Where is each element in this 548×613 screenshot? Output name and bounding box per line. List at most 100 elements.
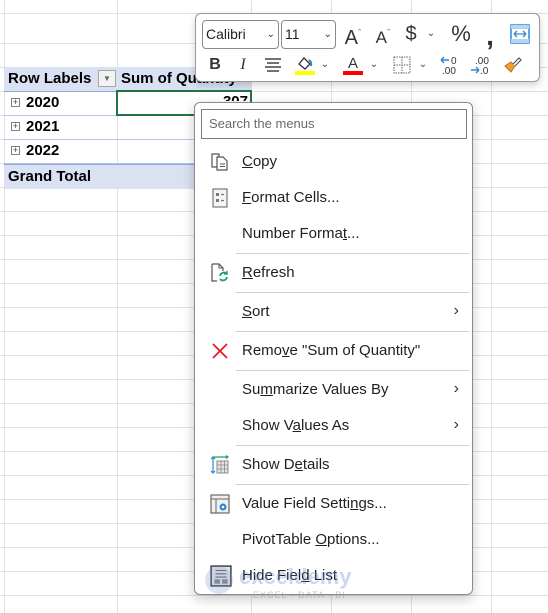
menu-item-label: Value Field Settings... xyxy=(242,495,387,512)
font-color-dropdown[interactable]: ⌄ xyxy=(368,52,380,78)
chevron-right-icon: › xyxy=(453,302,459,319)
search-menus-input[interactable]: Search the menus xyxy=(201,109,467,139)
row-label: 2022 xyxy=(26,142,60,159)
expand-plus-icon[interactable]: + xyxy=(11,122,20,131)
chevron-right-icon: › xyxy=(453,380,459,397)
accounting-format-dropdown[interactable]: ⌄ xyxy=(425,21,437,47)
menu-item-hide-field-list[interactable]: Hide Field List xyxy=(196,558,471,594)
comma-style-button[interactable]: , xyxy=(481,21,499,51)
font-color-icon: A xyxy=(343,55,363,75)
decrease-font-size-button[interactable]: Aˇ xyxy=(371,21,395,47)
increase-font-size-button[interactable]: Aˆ xyxy=(341,21,365,49)
format-cells-icon xyxy=(212,188,228,208)
copy-icon xyxy=(211,153,228,171)
decrease-font-size-icon: Aˇ xyxy=(375,27,391,47)
format-painter-icon xyxy=(504,57,522,73)
format-painter-button[interactable] xyxy=(501,52,525,78)
value-field-settings-icon xyxy=(210,494,230,514)
menu-item-label: Summarize Values By xyxy=(242,381,389,398)
menu-item-refresh[interactable]: Refresh xyxy=(196,255,471,291)
menu-item-label: Show Details xyxy=(242,456,330,473)
menu-separator xyxy=(236,445,469,446)
menu-item-label: Remove "Sum of Quantity" xyxy=(242,342,421,359)
menu-item-label: Show Values As xyxy=(242,417,350,434)
fill-color-icon xyxy=(295,57,315,75)
menu-item-label: PivotTable Options... xyxy=(242,531,380,548)
mini-toolbar: Calibri ⌄ 11 ⌄ Aˆ Aˇ $ ⌄ % , B I ⌄ A ⌄ ⌄… xyxy=(195,13,540,82)
svg-text:.00: .00 xyxy=(442,66,456,76)
expand-plus-icon[interactable]: + xyxy=(11,98,20,107)
increase-decimal-icon: 0 .00 xyxy=(440,56,457,77)
fill-color-dropdown[interactable]: ⌄ xyxy=(319,52,331,78)
bold-icon: B xyxy=(209,56,221,73)
borders-dropdown[interactable]: ⌄ xyxy=(417,52,429,78)
font-color-button[interactable]: A xyxy=(341,52,365,78)
context-menu: Search the menus Copy Format Cells... Nu… xyxy=(194,102,473,595)
selected-cell-value: 307 xyxy=(200,91,248,101)
chevron-down-icon: ⌄ xyxy=(418,59,428,70)
menu-item-copy[interactable]: Copy xyxy=(196,144,471,180)
menu-item-sort[interactable]: Sort › xyxy=(196,294,471,330)
font-name-value: Calibri xyxy=(206,26,246,42)
font-size-value: 11 xyxy=(285,26,300,42)
menu-separator xyxy=(236,292,469,293)
decrease-decimal-icon: .00 .0 xyxy=(471,56,489,77)
gridline xyxy=(0,595,548,596)
menu-item-remove-field[interactable]: Remove "Sum of Quantity" xyxy=(196,333,471,369)
chevron-down-icon: ⌄ xyxy=(266,29,275,40)
borders-button[interactable] xyxy=(391,52,413,78)
chevron-down-icon: ⌄ xyxy=(369,59,379,70)
accounting-format-button[interactable]: $ xyxy=(401,21,421,47)
menu-item-label: Refresh xyxy=(242,264,295,281)
menu-item-label: Copy xyxy=(242,153,278,170)
menu-item-pivottable-options[interactable]: PivotTable Options... xyxy=(196,522,471,558)
menu-separator xyxy=(236,370,469,371)
borders-icon xyxy=(393,56,411,74)
chevron-right-icon: › xyxy=(453,416,459,433)
row-label: 2021 xyxy=(26,118,60,135)
grand-total-label: Grand Total xyxy=(8,168,92,185)
fill-color-button[interactable] xyxy=(293,52,317,78)
menu-item-show-details[interactable]: Show Details xyxy=(196,447,471,483)
font-name-dropdown[interactable]: Calibri ⌄ xyxy=(202,20,279,49)
menu-item-label: Format Cells... xyxy=(242,189,340,206)
menu-separator xyxy=(236,331,469,332)
menu-separator xyxy=(236,253,469,254)
menu-item-label: Number Format... xyxy=(242,225,360,242)
menu-separator xyxy=(236,484,469,485)
italic-button[interactable]: I xyxy=(234,52,252,78)
center-align-button[interactable] xyxy=(262,52,284,78)
chevron-down-icon: ⌄ xyxy=(323,29,332,40)
dollar-icon: $ xyxy=(405,23,417,45)
merge-center-icon xyxy=(510,24,530,44)
grand-total-row[interactable]: Grand Total xyxy=(4,164,194,189)
menu-item-show-values-as[interactable]: Show Values As › xyxy=(196,408,471,444)
menu-item-number-format[interactable]: Number Format... xyxy=(196,216,471,252)
svg-text:A: A xyxy=(348,55,358,72)
increase-font-size-icon: Aˆ xyxy=(344,26,362,49)
refresh-icon xyxy=(211,263,228,282)
decrease-decimal-button[interactable]: .00 .0 xyxy=(469,52,493,78)
chevron-down-icon: ⌄ xyxy=(320,59,330,70)
menu-item-label: Hide Field List xyxy=(242,567,338,584)
bold-button[interactable]: B xyxy=(206,52,224,78)
italic-icon: I xyxy=(240,56,246,73)
menu-item-value-field-settings[interactable]: Value Field Settings... xyxy=(196,486,471,522)
row-label: 2020 xyxy=(26,94,60,111)
expand-plus-icon[interactable]: + xyxy=(11,146,20,155)
increase-decimal-button[interactable]: 0 .00 xyxy=(439,52,463,78)
percent-style-button[interactable]: % xyxy=(448,21,474,47)
menu-item-label: Sort xyxy=(242,303,270,320)
menu-item-summarize-values-by[interactable]: Summarize Values By › xyxy=(196,372,471,408)
row-labels-header[interactable]: Row Labels xyxy=(8,70,91,87)
font-size-dropdown[interactable]: 11 ⌄ xyxy=(281,20,336,49)
comma-icon: , xyxy=(486,20,494,51)
merge-center-button[interactable] xyxy=(509,21,531,47)
show-details-icon xyxy=(210,455,229,474)
dropdown-arrow-icon: ▼ xyxy=(103,74,111,83)
row-labels-filter-button[interactable]: ▼ xyxy=(98,70,116,87)
menu-item-format-cells[interactable]: Format Cells... xyxy=(196,180,471,216)
field-list-icon xyxy=(210,565,232,587)
svg-text:.0: .0 xyxy=(480,66,489,76)
chevron-down-icon: ⌄ xyxy=(426,28,436,39)
